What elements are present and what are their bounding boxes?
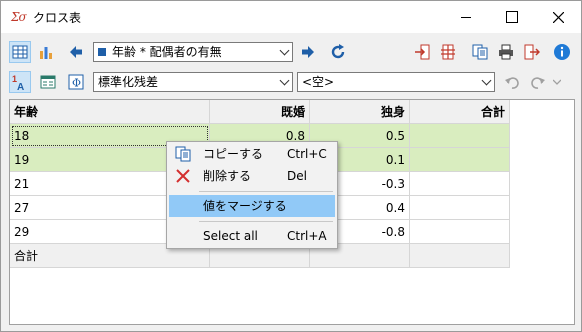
menu-item-label: 値をマージする [203, 199, 287, 213]
redo-icon [531, 77, 545, 89]
header-cell[interactable]: 独身 [310, 100, 410, 124]
menu-item-copy[interactable]: コピーする Ctrl+C [169, 143, 335, 165]
menu-separator [199, 221, 333, 222]
title-bar: Σσ クロス表 [1, 1, 581, 33]
menu-item-merge-values[interactable]: 値をマージする [169, 195, 335, 217]
delete-icon [175, 168, 191, 184]
statistic-select-value: 標準化残差 [98, 75, 159, 89]
table-cell[interactable] [410, 244, 510, 268]
main-toolbar: 年齢 * 配偶者の有無 [7, 41, 577, 67]
copy-toolbar-button[interactable] [469, 41, 491, 63]
arrow-right-icon [302, 46, 314, 58]
menu-item-select-all[interactable]: Select all Ctrl+A [169, 225, 335, 247]
sort-1a-icon: 1 A [12, 74, 24, 91]
variable-select[interactable]: 年齢 * 配偶者の有無 [93, 42, 293, 62]
bar-chart-icon [40, 47, 52, 59]
header-cell[interactable]: 年齢 [10, 100, 210, 124]
table-cell[interactable] [410, 148, 510, 172]
table-cell[interactable] [410, 124, 510, 148]
close-button[interactable] [535, 1, 581, 33]
context-menu: コピーする Ctrl+C 削除する Del 値をマージする Select all… [166, 141, 338, 249]
chart-view-button[interactable] [35, 41, 57, 63]
copy-icon [472, 44, 488, 60]
minimize-button[interactable] [443, 1, 489, 33]
crosstab-window: Σσ クロス表 年齢 * 配偶者の有無 1 A Φ 標準化残差 <空> 年齢 既… [0, 0, 582, 332]
info-icon [554, 44, 570, 60]
menu-item-shortcut: Del [287, 169, 307, 183]
table-view-button[interactable] [9, 41, 31, 63]
filter-select-value: <空> [302, 75, 335, 89]
secondary-toolbar: 1 A Φ 標準化残差 <空> [7, 71, 577, 95]
import-icon [415, 44, 430, 60]
close-icon [552, 11, 564, 23]
menu-item-shortcut: Ctrl+A [287, 229, 327, 243]
svg-text:Φ: Φ [72, 77, 81, 90]
menu-item-label: 削除する [203, 169, 252, 183]
menu-item-shortcut: Ctrl+C [287, 147, 327, 161]
phi-button[interactable]: Φ [65, 71, 87, 93]
refresh-button[interactable] [327, 41, 349, 63]
previous-button[interactable] [65, 41, 87, 63]
variable-select-value: 年齢 * 配偶者の有無 [112, 45, 222, 59]
split-icon [441, 44, 455, 60]
menu-separator [199, 191, 333, 192]
filter-select[interactable]: <空> [297, 72, 495, 92]
copy-icon [175, 146, 191, 162]
arrow-left-icon [70, 46, 82, 58]
svg-text:A: A [17, 82, 24, 91]
chevron-down-icon [279, 45, 290, 56]
table-icon [12, 45, 28, 59]
redo-button[interactable] [527, 71, 549, 93]
info-button[interactable] [551, 41, 573, 63]
chevron-down-icon [553, 79, 561, 85]
printer-icon [499, 44, 513, 60]
menu-item-label: コピーする [203, 147, 264, 161]
variable-square-icon [98, 48, 106, 56]
menu-item-label: Select all [203, 229, 258, 243]
header-cell[interactable]: 合計 [410, 100, 510, 124]
overflow-button[interactable] [551, 71, 563, 93]
window-title: クロス表 [33, 11, 82, 25]
phi-icon: Φ [68, 74, 84, 90]
chevron-down-icon [481, 75, 492, 86]
split-button[interactable] [437, 41, 459, 63]
menu-item-delete[interactable]: 削除する Del [169, 165, 335, 187]
header-cell[interactable]: 既婚 [210, 100, 310, 124]
undo-icon [505, 77, 519, 89]
import-button[interactable] [411, 41, 433, 63]
table-cell[interactable] [410, 220, 510, 244]
header-row: 年齢 既婚 独身 合計 [10, 100, 510, 124]
export-icon [524, 44, 540, 60]
layout-button[interactable] [37, 71, 59, 93]
app-sigma-icon: Σσ [11, 10, 27, 24]
maximize-button[interactable] [489, 1, 535, 33]
table-cell[interactable] [410, 172, 510, 196]
undo-button[interactable] [501, 71, 523, 93]
refresh-icon [331, 44, 345, 59]
export-button[interactable] [521, 41, 543, 63]
sort-button[interactable]: 1 A [9, 71, 31, 93]
print-button[interactable] [495, 41, 517, 63]
chevron-down-icon [279, 75, 290, 86]
layout-icon [40, 75, 56, 89]
table-cell[interactable] [410, 196, 510, 220]
next-button[interactable] [297, 41, 319, 63]
statistic-select[interactable]: 標準化残差 [93, 72, 293, 92]
